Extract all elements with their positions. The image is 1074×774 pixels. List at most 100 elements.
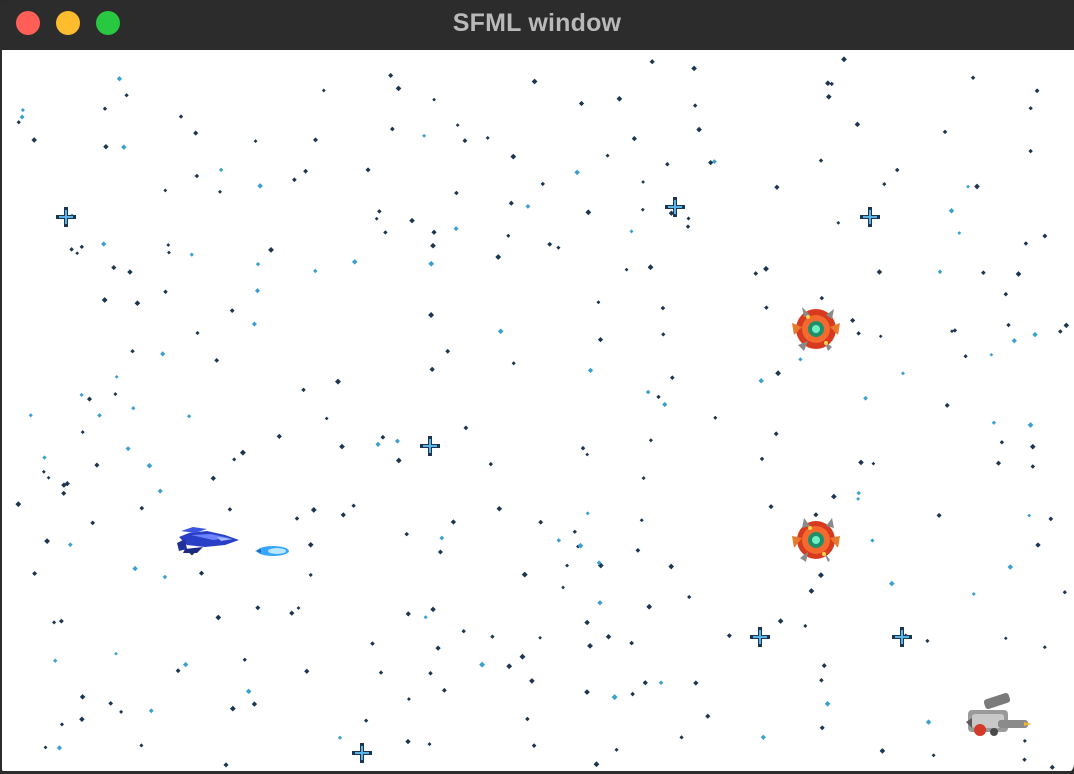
window-title: SFML window — [452, 9, 622, 37]
star — [611, 694, 618, 701]
star — [431, 229, 437, 235]
star — [818, 158, 824, 163]
star — [646, 603, 653, 610]
star — [574, 169, 580, 176]
star — [649, 59, 655, 65]
star — [597, 337, 604, 343]
star — [1030, 464, 1036, 469]
star — [15, 501, 22, 508]
star — [1063, 322, 1070, 329]
star — [67, 542, 73, 548]
star — [764, 305, 769, 310]
star — [631, 135, 637, 142]
star — [308, 572, 313, 577]
star — [511, 361, 516, 366]
star — [966, 184, 970, 189]
star — [556, 245, 561, 250]
star — [102, 106, 108, 111]
star — [775, 370, 781, 377]
star — [572, 529, 577, 534]
star — [777, 618, 784, 624]
star — [641, 476, 646, 481]
player-bullet-sprite — [255, 546, 289, 556]
star — [42, 455, 47, 460]
star — [944, 402, 950, 408]
star — [75, 251, 80, 256]
star — [974, 183, 980, 190]
star — [661, 332, 666, 337]
star — [148, 708, 154, 714]
star — [768, 504, 774, 510]
star — [167, 250, 171, 255]
star — [585, 452, 590, 457]
star — [395, 457, 402, 464]
star — [428, 671, 433, 676]
sparkle-star — [665, 197, 685, 217]
star — [365, 167, 371, 173]
star — [856, 331, 861, 336]
star — [630, 691, 635, 697]
star — [380, 434, 386, 440]
star — [215, 614, 222, 621]
star — [831, 493, 837, 500]
star — [132, 565, 138, 572]
star — [409, 217, 415, 224]
star — [157, 488, 163, 494]
enemy-sprite-1 — [792, 307, 840, 351]
star — [629, 229, 634, 234]
star — [370, 641, 375, 646]
star — [125, 446, 131, 452]
game-canvas[interactable] — [2, 50, 1074, 771]
star — [708, 159, 714, 166]
star — [991, 420, 997, 425]
star — [540, 181, 545, 187]
star — [463, 425, 469, 431]
star — [351, 503, 356, 508]
star — [1027, 513, 1032, 518]
star — [227, 507, 233, 512]
star — [1022, 757, 1027, 762]
star — [422, 133, 427, 138]
star — [691, 65, 697, 72]
star — [101, 241, 107, 247]
star — [763, 265, 769, 272]
star — [301, 387, 306, 393]
star — [850, 317, 856, 323]
star — [773, 431, 779, 437]
star — [639, 518, 644, 523]
sparkle-star — [56, 207, 76, 227]
star — [901, 371, 905, 376]
star — [113, 392, 118, 397]
star — [383, 230, 388, 235]
star — [218, 189, 223, 194]
star — [108, 701, 114, 706]
star — [304, 668, 310, 674]
star — [726, 633, 732, 639]
star — [882, 181, 887, 187]
star — [114, 651, 118, 656]
star — [194, 173, 200, 179]
star — [584, 689, 590, 695]
star — [925, 719, 932, 725]
star — [255, 605, 261, 611]
star — [69, 247, 74, 252]
star — [19, 114, 25, 120]
title-bar[interactable]: SFML window — [0, 0, 1074, 50]
star — [605, 153, 610, 158]
star — [435, 645, 441, 651]
star — [999, 440, 1005, 445]
star — [405, 738, 411, 745]
star — [139, 505, 145, 511]
star — [635, 547, 641, 553]
star — [948, 208, 955, 214]
star — [876, 269, 883, 275]
star — [339, 443, 345, 450]
star — [182, 661, 189, 668]
star — [506, 233, 511, 238]
star — [80, 430, 85, 435]
star — [957, 231, 962, 235]
star — [585, 209, 592, 216]
star — [817, 572, 824, 579]
star — [377, 209, 382, 214]
star — [1022, 738, 1027, 743]
